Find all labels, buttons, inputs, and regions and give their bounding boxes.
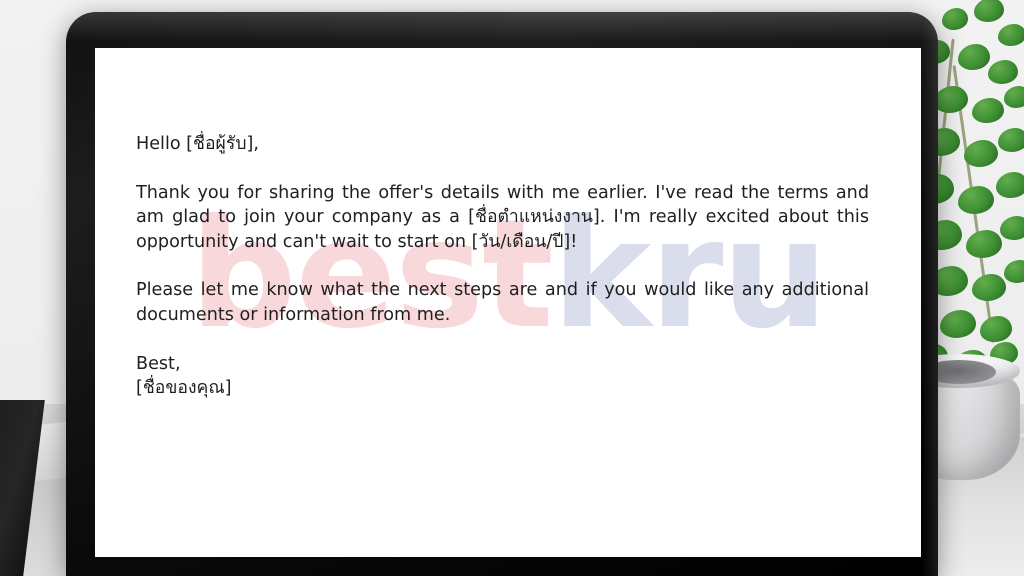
- letter-body[interactable]: Hello [ชื่อผู้รับ], Thank you for sharin…: [136, 132, 916, 401]
- lid-side-highlight: [922, 20, 938, 576]
- letter-closing-block: Best, [ชื่อของคุณ]: [136, 352, 869, 401]
- lid-highlight: [66, 12, 938, 42]
- letter-paragraph-2: Please let me know what the next steps a…: [136, 280, 869, 325]
- laptop: bestkru Hello [ชื่อผู้รับ], Thank you fo…: [66, 12, 938, 576]
- letter-signature: [ชื่อของคุณ]: [136, 378, 232, 399]
- letter-closing: Best,: [136, 353, 181, 374]
- laptop-screen[interactable]: bestkru Hello [ชื่อผู้รับ], Thank you fo…: [95, 48, 921, 557]
- letter-paragraph-1: Thank you for sharing the offer's detail…: [136, 182, 869, 252]
- letter-greeting: Hello [ชื่อผู้รับ],: [136, 134, 259, 154]
